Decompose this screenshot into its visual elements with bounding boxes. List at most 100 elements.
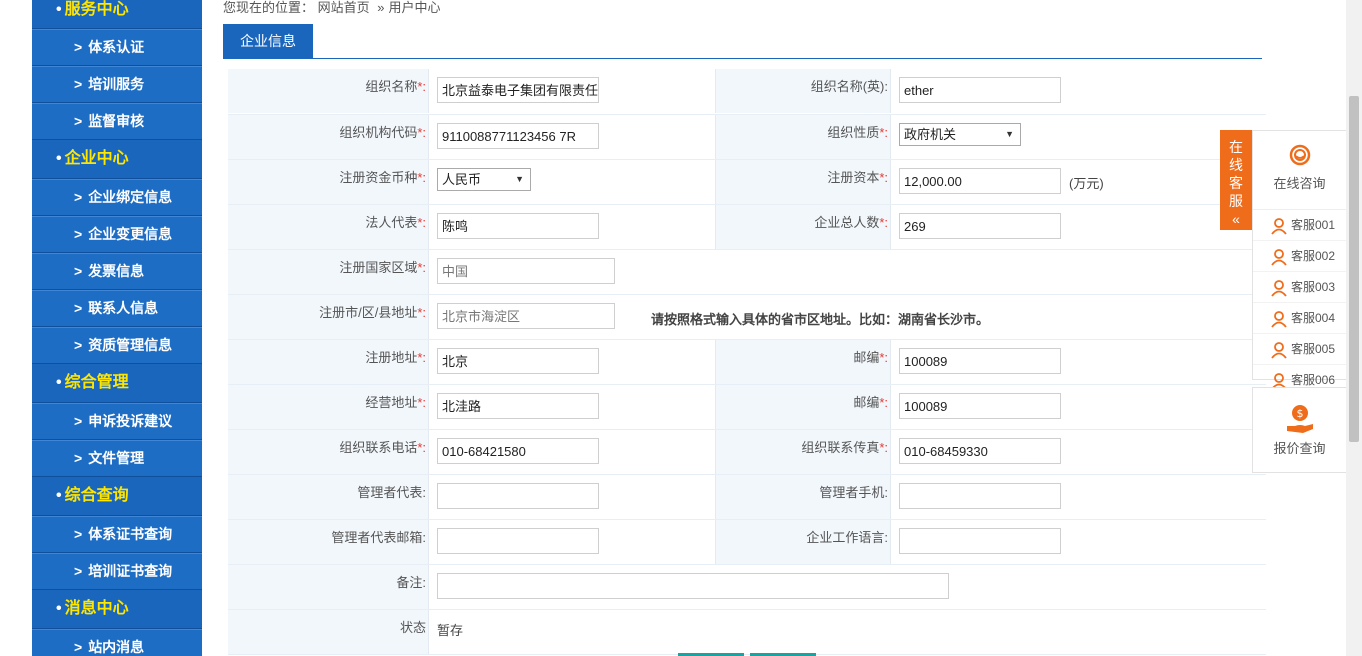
capital-unit: (万元) bbox=[1069, 176, 1104, 191]
sidebar-item-training[interactable]: > 培训服务 bbox=[32, 66, 202, 103]
online-service-toggle[interactable]: 在 线 客 服 « bbox=[1220, 130, 1252, 230]
reg-address-input[interactable]: 北京 bbox=[437, 348, 599, 374]
country-input[interactable]: 中国 bbox=[437, 258, 615, 284]
remark-cell bbox=[428, 565, 1267, 609]
sidebar-section-query[interactable]: • 综合查询 bbox=[32, 477, 202, 516]
manager-email-cell bbox=[428, 520, 716, 564]
biz-postcode-input[interactable]: 100089 bbox=[899, 393, 1061, 419]
agent-link[interactable]: 客服005 bbox=[1253, 334, 1346, 365]
postcode-cell: 100089 bbox=[890, 340, 1267, 384]
form-row: 经营地址*: 北洼路 邮编*: 100089 bbox=[228, 385, 1267, 430]
work-language-cell bbox=[890, 520, 1267, 564]
manager-email-input[interactable] bbox=[437, 528, 599, 554]
biz-address-input[interactable]: 北洼路 bbox=[437, 393, 599, 419]
city-input[interactable]: 北京市海淀区 bbox=[437, 303, 615, 329]
capital-label: 注册资本*: bbox=[716, 160, 890, 204]
capital-input[interactable]: 12,000.00 bbox=[899, 168, 1061, 194]
manager-email-label: 管理者代表邮箱: bbox=[228, 520, 428, 564]
scroll-thumb[interactable] bbox=[1349, 96, 1359, 442]
sidebar-section-messages[interactable]: • 消息中心 bbox=[32, 590, 202, 629]
user-icon bbox=[1271, 310, 1287, 328]
sidebar: • 服务中心 > 体系认证 > 培训服务 > 监督审核 • 企业中心 > 企业绑定信息 > 企… bbox=[32, 0, 202, 656]
user-icon bbox=[1271, 217, 1287, 235]
org-nature-select[interactable]: 政府机关 ▼ bbox=[899, 123, 1021, 146]
breadcrumb-current: 用户中心 bbox=[388, 0, 441, 15]
coin-hand-icon: $ bbox=[1286, 405, 1313, 433]
online-consult-button[interactable]: 在线咨询 bbox=[1253, 143, 1346, 210]
staff-count-input[interactable]: 269 bbox=[899, 213, 1061, 239]
legal-rep-cell: 陈鸣 bbox=[428, 205, 716, 249]
form-row: 法人代表*: 陈鸣 企业总人数*: 269 bbox=[228, 205, 1267, 250]
sidebar-section-management[interactable]: • 综合管理 bbox=[32, 364, 202, 403]
manager-input[interactable] bbox=[437, 483, 599, 509]
org-name-input[interactable]: 北京益泰电子集团有限责任 bbox=[437, 77, 599, 103]
status-cell: 暂存 bbox=[428, 610, 1267, 654]
org-name-cell: 北京益泰电子集团有限责任 bbox=[428, 69, 716, 113]
page-scrollbar[interactable] bbox=[1346, 0, 1362, 656]
breadcrumb-home-link[interactable]: 网站首页 bbox=[318, 0, 370, 15]
currency-select[interactable]: 人民币 ▼ bbox=[437, 168, 531, 191]
chevron-down-icon: ▼ bbox=[515, 174, 524, 184]
biz-postcode-cell: 100089 bbox=[890, 385, 1267, 429]
sidebar-item-inbox[interactable]: > 站内消息 bbox=[32, 629, 202, 656]
sidebar-item-binding[interactable]: > 企业绑定信息 bbox=[32, 179, 202, 216]
org-nature-cell: 政府机关 ▼ bbox=[890, 115, 1267, 159]
tab-company-info[interactable]: 企业信息 bbox=[223, 24, 313, 58]
work-language-label: 企业工作语言: bbox=[716, 520, 890, 564]
agent-link[interactable]: 客服001 bbox=[1253, 210, 1346, 241]
manager-mobile-cell bbox=[890, 475, 1267, 519]
form-row: 状态 暂存 bbox=[228, 610, 1267, 655]
sidebar-section-enterprise[interactable]: • 企业中心 bbox=[32, 140, 202, 179]
postcode-label: 邮编*: bbox=[716, 340, 890, 384]
city-cell: 北京市海淀区 请按照格式输入具体的省市区地址。比如：湖南省长沙市。 bbox=[428, 295, 1267, 339]
org-code-cell: 9110088771123456 7R bbox=[428, 115, 716, 159]
form-row: 注册资金币种*: 人民币 ▼ 注册资本*: 12,000.00 (万元) bbox=[228, 160, 1267, 205]
user-icon bbox=[1271, 341, 1287, 359]
sidebar-item-system-cert-query[interactable]: > 体系证书查询 bbox=[32, 516, 202, 553]
sidebar-item-audit[interactable]: > 监督审核 bbox=[32, 103, 202, 140]
country-label: 注册国家区域*: bbox=[228, 250, 428, 294]
phone-label: 组织联系电话*: bbox=[228, 430, 428, 474]
postcode-input[interactable]: 100089 bbox=[899, 348, 1061, 374]
agent-link[interactable]: 客服003 bbox=[1253, 272, 1346, 303]
form-row: 注册国家区域*: 中国 bbox=[228, 250, 1267, 295]
company-info-form: 组织名称*: 北京益泰电子集团有限责任 组织名称(英): ether 组织机构代… bbox=[228, 69, 1267, 655]
org-name-label: 组织名称*: bbox=[228, 69, 428, 113]
user-icon bbox=[1271, 248, 1287, 266]
fax-input[interactable]: 010-68459330 bbox=[899, 438, 1061, 464]
currency-label: 注册资金币种*: bbox=[228, 160, 428, 204]
user-icon bbox=[1271, 279, 1287, 297]
sidebar-item-qualification[interactable]: > 资质管理信息 bbox=[32, 327, 202, 364]
sidebar-item-change[interactable]: > 企业变更信息 bbox=[32, 216, 202, 253]
org-code-input[interactable]: 9110088771123456 7R bbox=[437, 123, 599, 149]
currency-cell: 人民币 ▼ bbox=[428, 160, 716, 204]
biz-address-cell: 北洼路 bbox=[428, 385, 716, 429]
form-row: 组织名称*: 北京益泰电子集团有限责任 组织名称(英): ether bbox=[228, 69, 1267, 115]
remark-input[interactable] bbox=[437, 573, 949, 599]
sidebar-item-complaint[interactable]: > 申诉投诉建议 bbox=[32, 403, 202, 440]
phone-input[interactable]: 010-68421580 bbox=[437, 438, 599, 464]
reg-address-label: 注册地址*: bbox=[228, 340, 428, 384]
org-name-en-label: 组织名称(英): bbox=[716, 69, 890, 113]
org-name-en-cell: ether bbox=[890, 69, 1267, 113]
org-name-en-input[interactable]: ether bbox=[899, 77, 1061, 103]
sidebar-section-service[interactable]: • 服务中心 bbox=[32, 0, 202, 29]
legal-rep-input[interactable]: 陈鸣 bbox=[437, 213, 599, 239]
breadcrumb-separator: » bbox=[377, 0, 385, 15]
sidebar-item-files[interactable]: > 文件管理 bbox=[32, 440, 202, 477]
manager-mobile-input[interactable] bbox=[899, 483, 1061, 509]
sidebar-item-invoice[interactable]: > 发票信息 bbox=[32, 253, 202, 290]
staff-count-cell: 269 bbox=[890, 205, 1267, 249]
sidebar-item-training-cert-query[interactable]: > 培训证书查询 bbox=[32, 553, 202, 590]
reg-address-cell: 北京 bbox=[428, 340, 716, 384]
capital-cell: 12,000.00 (万元) bbox=[890, 160, 1267, 204]
price-query-button[interactable]: $ 报价查询 bbox=[1252, 387, 1347, 473]
headset-icon bbox=[1289, 144, 1310, 166]
agent-link[interactable]: 客服002 bbox=[1253, 241, 1346, 272]
status-label: 状态 bbox=[228, 610, 428, 654]
work-language-input[interactable] bbox=[899, 528, 1061, 554]
agent-link[interactable]: 客服004 bbox=[1253, 303, 1346, 334]
tab-bar: 企业信息 bbox=[223, 24, 1262, 59]
sidebar-item-system-cert[interactable]: > 体系认证 bbox=[32, 29, 202, 66]
sidebar-item-contact[interactable]: > 联系人信息 bbox=[32, 290, 202, 327]
